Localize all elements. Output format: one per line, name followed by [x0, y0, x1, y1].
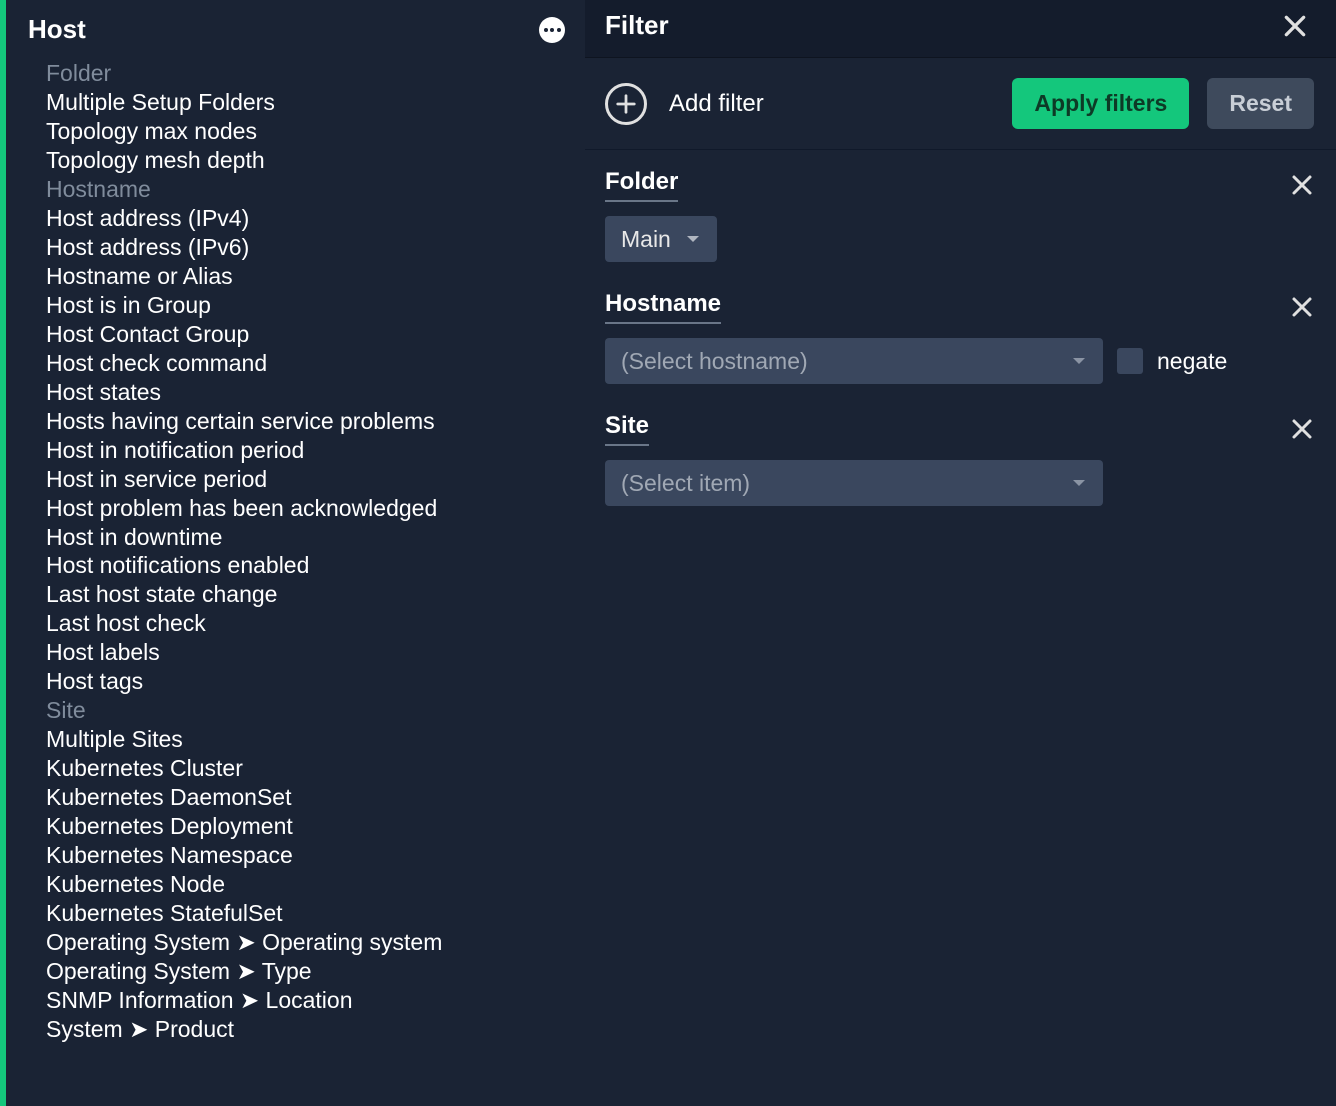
filter-option-item: Hostname [46, 175, 565, 204]
site-select[interactable]: (Select item) [605, 460, 1103, 506]
filter-option-item[interactable]: Host states [46, 378, 565, 407]
filter-option-item[interactable]: Operating System ➤ Type [46, 957, 565, 986]
chevron-down-icon [1059, 477, 1087, 489]
negate-checkbox[interactable] [1117, 348, 1143, 374]
filter-option-item[interactable]: Host in downtime [46, 523, 565, 552]
filter-option-item[interactable]: Hosts having certain service problems [46, 407, 565, 436]
filter-option-item[interactable]: Last host state change [46, 580, 565, 609]
filter-option-item[interactable]: Last host check [46, 609, 565, 638]
add-filter-button[interactable]: Add filter [605, 83, 994, 125]
filter-panel: Filter Add filter Apply filters Reset Fo… [585, 0, 1336, 1106]
filter-option-item: Site [46, 696, 565, 725]
host-panel-title: Host [28, 14, 86, 45]
filter-option-item[interactable]: Operating System ➤ Operating system [46, 928, 565, 957]
negate-label: negate [1157, 348, 1227, 375]
filter-option-item[interactable]: Kubernetes Deployment [46, 812, 565, 841]
filter-option-item[interactable]: Host in notification period [46, 436, 565, 465]
reset-button[interactable]: Reset [1207, 78, 1314, 129]
host-filter-panel: Host FolderMultiple Setup FoldersTopolog… [0, 0, 585, 1106]
apply-filters-button[interactable]: Apply filters [1012, 78, 1189, 129]
filter-option-item[interactable]: Host check command [46, 349, 565, 378]
hostname-select[interactable]: (Select hostname) [605, 338, 1103, 384]
close-icon[interactable] [1282, 13, 1308, 39]
filter-option-item: Folder [46, 59, 565, 88]
filter-option-item[interactable]: Kubernetes StatefulSet [46, 899, 565, 928]
filter-block-hostname: Hostname (Select hostname) negate [605, 272, 1314, 384]
filter-option-item[interactable]: System ➤ Product [46, 1015, 565, 1044]
filter-option-item[interactable]: Topology mesh depth [46, 146, 565, 175]
remove-filter-site-icon[interactable] [1290, 417, 1314, 441]
filter-block-folder: Folder Main [605, 150, 1314, 262]
filter-option-item[interactable]: SNMP Information ➤ Location [46, 986, 565, 1015]
filter-option-item[interactable]: Multiple Sites [46, 725, 565, 754]
site-select-placeholder: (Select item) [621, 470, 750, 497]
filter-option-item[interactable]: Host problem has been acknowledged [46, 494, 565, 523]
filter-block-site: Site (Select item) [605, 394, 1314, 506]
filter-option-item[interactable]: Host Contact Group [46, 320, 565, 349]
filter-option-item[interactable]: Hostname or Alias [46, 262, 565, 291]
filter-option-item[interactable]: Kubernetes Namespace [46, 841, 565, 870]
filter-option-item[interactable]: Host in service period [46, 465, 565, 494]
filter-option-list: FolderMultiple Setup FoldersTopology max… [6, 59, 585, 1044]
filter-option-item[interactable]: Host tags [46, 667, 565, 696]
filter-option-item[interactable]: Topology max nodes [46, 117, 565, 146]
filter-option-item[interactable]: Kubernetes DaemonSet [46, 783, 565, 812]
filter-option-item[interactable]: Host labels [46, 638, 565, 667]
filter-name-folder: Folder [605, 168, 678, 202]
filter-toolbar: Add filter Apply filters Reset [585, 58, 1336, 150]
folder-select-value: Main [621, 226, 671, 253]
filter-name-site: Site [605, 412, 649, 446]
filter-panel-title: Filter [605, 10, 669, 41]
remove-filter-folder-icon[interactable] [1290, 173, 1314, 197]
folder-select[interactable]: Main [605, 216, 717, 262]
filter-option-item[interactable]: Kubernetes Node [46, 870, 565, 899]
remove-filter-hostname-icon[interactable] [1290, 295, 1314, 319]
filter-option-item[interactable]: Host address (IPv4) [46, 204, 565, 233]
filter-name-hostname: Hostname [605, 290, 721, 324]
more-icon[interactable] [539, 17, 565, 43]
filter-option-item[interactable]: Host address (IPv6) [46, 233, 565, 262]
filter-option-item[interactable]: Multiple Setup Folders [46, 88, 565, 117]
chevron-down-icon [1059, 355, 1087, 367]
filter-option-item[interactable]: Kubernetes Cluster [46, 754, 565, 783]
add-filter-label: Add filter [669, 90, 764, 118]
hostname-select-placeholder: (Select hostname) [621, 348, 808, 375]
filter-option-item[interactable]: Host notifications enabled [46, 551, 565, 580]
chevron-down-icon [673, 233, 701, 245]
filter-option-item[interactable]: Host is in Group [46, 291, 565, 320]
plus-circle-icon [605, 83, 647, 125]
